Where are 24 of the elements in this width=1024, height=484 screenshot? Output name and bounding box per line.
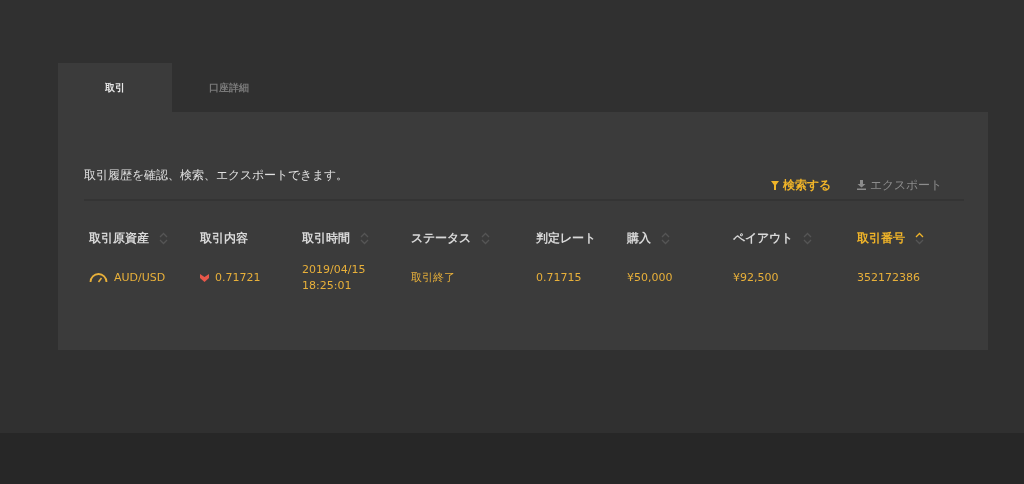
table-cell: 352172386 (857, 271, 920, 284)
table-cell: ¥50,000 (627, 271, 673, 284)
column-header[interactable]: 取引原資産 (89, 229, 149, 247)
search-button[interactable]: 検索する (771, 176, 831, 194)
column-header: 取引内容 (200, 229, 248, 247)
table-cell: 0.71721 (215, 271, 261, 284)
table-cell: 取引終了 (411, 270, 455, 285)
table-cell: ¥92,500 (733, 271, 779, 284)
table-cell: AUD/USD (114, 271, 166, 284)
table-cell: 0.71715 (536, 271, 582, 284)
table-cell: 18:25:01 (302, 279, 352, 292)
column-header[interactable]: 取引番号 (857, 229, 905, 247)
gauge-icon (89, 272, 108, 283)
column-header[interactable]: 購入 (627, 229, 651, 247)
sort-icon[interactable] (915, 231, 924, 245)
column-header[interactable]: ステータス (411, 229, 471, 247)
tab[interactable]: 取引 (58, 63, 172, 112)
column-header: 判定レート (536, 229, 596, 247)
description-text: 取引履歴を確認、検索、エクスポートできます。 (84, 166, 348, 184)
table-cell: 2019/04/15 (302, 263, 366, 276)
column-header[interactable]: ペイアウト (733, 229, 793, 247)
column-header[interactable]: 取引時間 (302, 229, 350, 247)
download-icon (857, 180, 866, 190)
filter-icon (771, 180, 779, 190)
